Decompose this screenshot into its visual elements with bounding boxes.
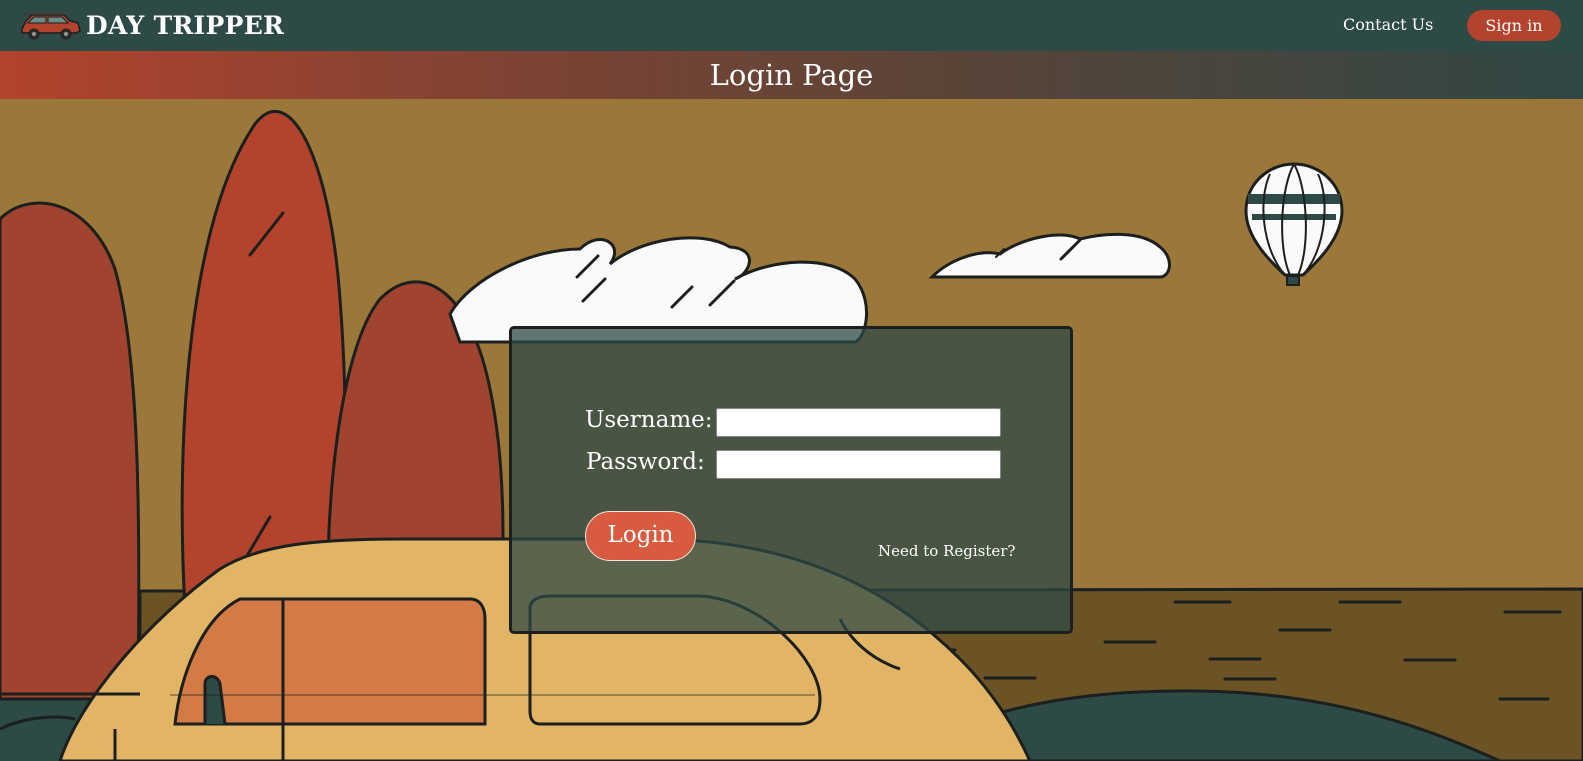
top-navbar: DAY TRIPPER Contact Us Sign in bbox=[0, 0, 1583, 51]
station-wagon-car-icon bbox=[21, 13, 81, 40]
nav-contact-link[interactable]: Contact Us bbox=[1343, 15, 1433, 34]
username-input[interactable] bbox=[716, 408, 1001, 437]
brand[interactable]: DAY TRIPPER bbox=[18, 9, 284, 41]
page-title-banner: Login Page bbox=[0, 51, 1583, 99]
sign-in-button[interactable]: Sign in bbox=[1467, 10, 1561, 41]
login-button[interactable]: Login bbox=[585, 511, 696, 561]
password-input[interactable] bbox=[716, 450, 1001, 479]
password-label: Password: bbox=[586, 449, 705, 475]
brand-title: DAY TRIPPER bbox=[86, 10, 285, 40]
username-label: Username: bbox=[585, 407, 713, 433]
register-link[interactable]: Need to Register? bbox=[878, 542, 1015, 560]
login-panel: Username: Password: Login Need to Regist… bbox=[509, 326, 1073, 634]
page-title: Login Page bbox=[709, 58, 874, 92]
